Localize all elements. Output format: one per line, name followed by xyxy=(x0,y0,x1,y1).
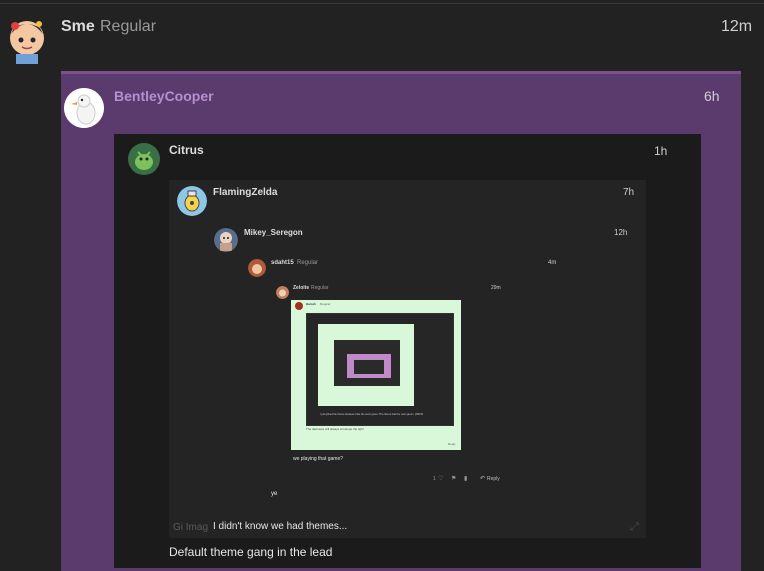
quote-author-mikey[interactable]: Mikey_Seregon xyxy=(244,228,303,237)
nested-screenshot-core xyxy=(354,360,384,374)
anime-avatar-icon xyxy=(10,21,44,64)
quote-title-harrah: Regular xyxy=(320,302,331,306)
quote-time-sdaht15[interactable]: 4m xyxy=(548,260,556,266)
quote-author-citrus[interactable]: Citrus xyxy=(169,143,204,157)
top-divider xyxy=(0,3,764,4)
bookmark-icon[interactable]: ▮ xyxy=(464,475,467,482)
reply-button-zeloite[interactable]: Reply xyxy=(487,476,500,482)
quote-time-citrus[interactable]: 1h xyxy=(654,144,667,158)
quote-body-sdaht15: ye xyxy=(271,491,278,497)
bird-avatar-icon xyxy=(128,143,160,175)
quote-time-mikey[interactable]: 12h xyxy=(614,228,627,237)
harrah-inner-caption: I just joined the theme because i like t… xyxy=(320,413,424,416)
heart-icon[interactable]: ♡ xyxy=(438,475,443,482)
quote-body-zeloite: we playing that game? xyxy=(293,456,344,462)
expand-icon[interactable]: ⤢ xyxy=(630,521,639,534)
harrah-inner-caption-2: The darkness will always envelope the li… xyxy=(306,427,364,431)
quote-avatar-citrus[interactable] xyxy=(128,143,160,175)
lamp-avatar-icon xyxy=(177,186,207,216)
quote-avatar-zeloite[interactable] xyxy=(276,286,289,299)
flag-icon[interactable]: ⚑ xyxy=(451,475,456,482)
quote-author-harrah[interactable]: Harrah xyxy=(306,302,316,306)
post-author[interactable]: Sme xyxy=(61,18,95,36)
quote-author-zeloite[interactable]: Zeloite xyxy=(293,285,309,291)
doll-avatar-icon xyxy=(214,228,238,252)
quote-avatar-harrah[interactable] xyxy=(295,302,303,310)
quote-avatar-bentleycooper[interactable] xyxy=(64,88,104,128)
like-count-zeloite: 1 xyxy=(433,476,436,482)
quote-time-bentleycooper[interactable]: 6h xyxy=(704,88,720,104)
reply-icon[interactable]: ↶ xyxy=(480,475,485,482)
post-time[interactable]: 12m xyxy=(721,18,752,36)
quote-time-zeloite[interactable]: 29m xyxy=(491,285,501,291)
zeloite-avatar-icon xyxy=(276,286,289,299)
sdaht-avatar-icon xyxy=(248,259,266,277)
post-user-title: Regular xyxy=(100,18,157,35)
quote-time-flamingzelda[interactable]: 7h xyxy=(623,187,634,198)
quote-avatar-mikey[interactable] xyxy=(214,228,238,252)
quote-author-sdaht15[interactable]: sdaht15 xyxy=(271,260,294,266)
goose-avatar-icon xyxy=(64,88,104,128)
quote-body-citrus: Default theme gang in the lead xyxy=(169,545,333,559)
quote-avatar-flamingzelda[interactable] xyxy=(177,186,207,216)
quote-footer-hint: Gi Imag xyxy=(173,522,209,533)
quote-body-flamingzelda: I didn't know we had themes... xyxy=(213,521,348,532)
reply-button-harrah[interactable]: Reply xyxy=(448,442,456,446)
quote-author-flamingzelda[interactable]: FlamingZelda xyxy=(213,187,277,198)
quote-title-zeloite: Regular xyxy=(311,285,329,291)
quote-title-sdaht15: Regular xyxy=(297,260,319,266)
quote-avatar-sdaht15[interactable] xyxy=(248,259,266,277)
user-avatar[interactable] xyxy=(6,14,48,64)
quote-author-bentleycooper[interactable]: BentleyCooper xyxy=(114,88,214,104)
